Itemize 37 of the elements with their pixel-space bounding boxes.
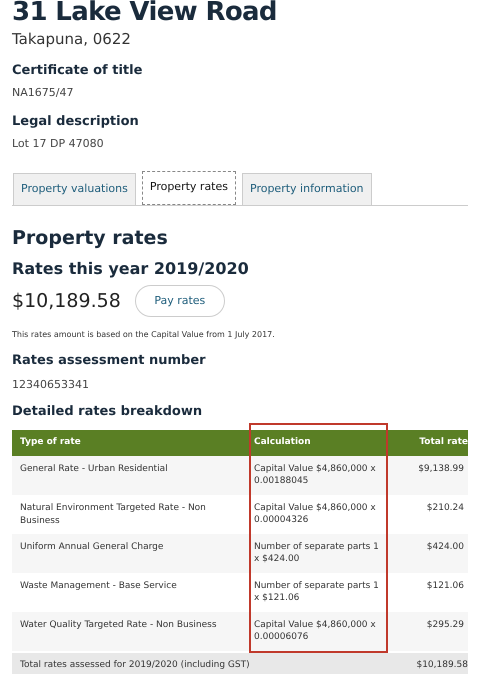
table-cell-text: $9,138.99	[417, 462, 465, 476]
table-cell-text: Capital Value $4,860,000 x 0.00006076	[253, 618, 377, 644]
tab[interactable]: Property information	[242, 172, 372, 204]
table-cell-text: Number of separate parts 1 x $424.00	[253, 540, 380, 566]
table-cell-text: Waste Management - Base Service	[19, 580, 178, 592]
suburb-text: Takapuna, 0622	[12, 29, 131, 50]
table-cell-text: Capital Value $4,860,000 x 0.00188045	[253, 462, 377, 488]
field-value: Lot 17 DP 47080	[12, 136, 104, 152]
table-cell-text: Capital Value $4,860,000 x 0.00004326	[253, 502, 377, 526]
column-header: Type of rate	[19, 436, 81, 449]
table-cell-text: Water Quality Targeted Rate - Non Business	[19, 618, 218, 632]
assessment-number: 12340653341	[12, 376, 89, 392]
rates-year-title: Rates this year 2019/2020	[12, 258, 249, 280]
column-header: Calculation	[253, 436, 311, 449]
tab[interactable]: Property valuations	[13, 172, 136, 204]
address-title: 31 Lake View Road	[12, 0, 277, 26]
field-label: Legal description	[12, 112, 139, 130]
section-title: Property rates	[12, 226, 168, 250]
tab[interactable]: Property rates	[142, 170, 236, 204]
column-header: Total rate	[418, 436, 469, 449]
field-label: Certificate of title	[12, 62, 142, 80]
table-cell-text: Uniform Annual General Charge	[19, 540, 164, 554]
table-cell-text: $10,189.58	[415, 658, 469, 672]
table-cell-text: Number of separate parts 1 x $121.06	[253, 580, 380, 604]
rates-amount: $10,189.58	[12, 288, 121, 314]
pay-rates-button[interactable]: Pay rates	[134, 285, 225, 317]
table-cell-text: $295.29	[426, 618, 465, 632]
table-cell-text: Total rates assessed for 2019/2020 (including GST)	[19, 658, 250, 672]
table-cell-text: $210.24	[426, 502, 465, 514]
rates-note: This rates amount is based on the Capital Value from 1 July 2017.	[12, 329, 275, 341]
table-cell-text: $121.06	[426, 580, 465, 592]
assessment-label: Rates assessment number	[12, 352, 206, 370]
table-cell-text: $424.00	[426, 540, 465, 554]
breakdown-title: Detailed rates breakdown	[12, 403, 202, 421]
table-cell-text: General Rate - Urban Residential	[19, 462, 169, 476]
field-value: NA1675/47	[12, 85, 74, 101]
table-cell-text: Natural Environment Targeted Rate - Non Business	[19, 502, 207, 528]
